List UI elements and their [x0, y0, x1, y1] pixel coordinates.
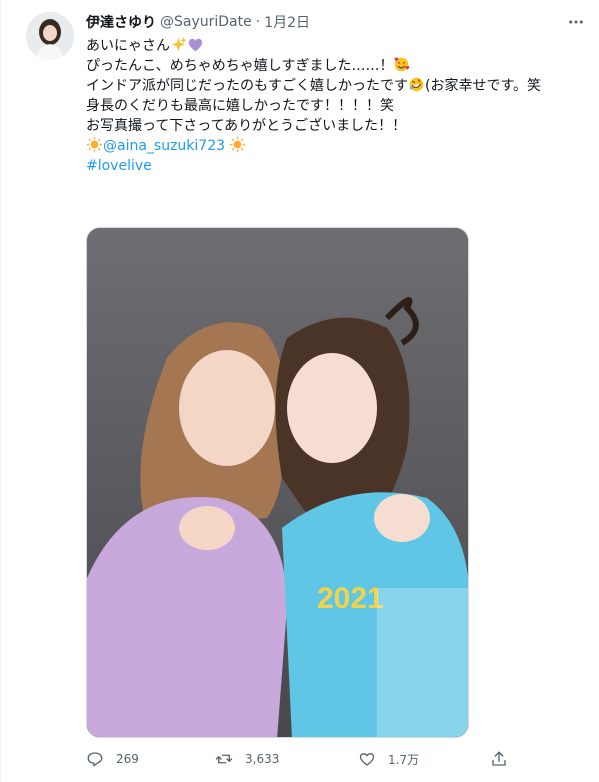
sun-icon — [86, 136, 103, 153]
purple-heart-icon — [188, 38, 203, 52]
hashtag-link[interactable]: #lovelive — [86, 158, 152, 174]
reply-icon — [87, 752, 103, 767]
tweet-date[interactable]: 1月2日 — [264, 12, 310, 32]
tweet-photo[interactable]: 2021 — [86, 227, 469, 738]
share-icon — [492, 751, 506, 766]
reply-button[interactable]: 269 — [86, 750, 139, 768]
share-button[interactable] — [490, 750, 508, 768]
retweet-count: 3,633 — [245, 752, 280, 766]
tweet-text-line: インドア派が同じだったのもすごく嬉しかったです — [86, 78, 408, 94]
display-name[interactable]: 伊達さゆり — [86, 12, 156, 32]
tweet-text-line: (お家幸せです。笑 — [425, 78, 542, 94]
tweet-line-2: ぴったんこ、めちゃめちゃ嬉しすぎました……！ — [86, 56, 586, 76]
tweet-text-line: あいにゃさん — [86, 38, 170, 54]
sun-icon — [230, 136, 246, 153]
tweet-line-6: @aina_suzuki723 — [86, 136, 586, 156]
tweet-actions: 269 3,633 1.7万 — [86, 750, 516, 772]
shirt-print: 2021 — [317, 582, 384, 615]
more-button[interactable] — [563, 12, 589, 32]
mention-link[interactable]: @aina_suzuki723 — [103, 138, 225, 154]
sparkles-icon — [171, 36, 187, 52]
like-icon — [359, 753, 375, 766]
tweet-line-7: #lovelive — [86, 156, 586, 176]
separator: · — [255, 14, 261, 30]
tweet-line-4: 身長のくだりも最高に嬉しかったです！！！！笑 — [86, 98, 394, 114]
tweet-line-1: あいにゃさん — [86, 36, 586, 56]
tweet-line-5: お写真撮って下さってありがとうございました！！ — [86, 118, 407, 134]
avatar[interactable] — [26, 12, 74, 60]
smiling-face-with-hearts-icon — [394, 57, 410, 72]
tweet[interactable]: 伊達さゆり @SayuriDate · 1月2日 あいにゃさん ぴったんこ、めち… — [0, 0, 599, 782]
tweet-text-line: ぴったんこ、めちゃめちゃ嬉しすぎました……！ — [86, 58, 394, 74]
more-horizontal-icon — [569, 20, 583, 24]
like-button[interactable]: 1.7万 — [358, 750, 419, 768]
divider — [0, 0, 1, 782]
retweet-icon — [215, 754, 233, 764]
photo-image: 2021 — [87, 228, 468, 737]
reply-count: 269 — [116, 752, 139, 766]
avatar-image — [26, 12, 74, 60]
tweet-text: あいにゃさん ぴったんこ、めちゃめちゃ嬉しすぎました……！ インドア派が同じだっ… — [86, 36, 586, 176]
tweet-header: 伊達さゆり @SayuriDate · 1月2日 — [86, 12, 310, 32]
retweet-button[interactable]: 3,633 — [215, 750, 279, 768]
tweet-line-3: インドア派が同じだったのもすごく嬉しかったです (お家幸せです。笑 — [86, 76, 586, 96]
like-count: 1.7万 — [388, 752, 420, 767]
rolling-laughing-icon — [409, 77, 424, 92]
user-handle[interactable]: @SayuriDate — [160, 14, 252, 30]
